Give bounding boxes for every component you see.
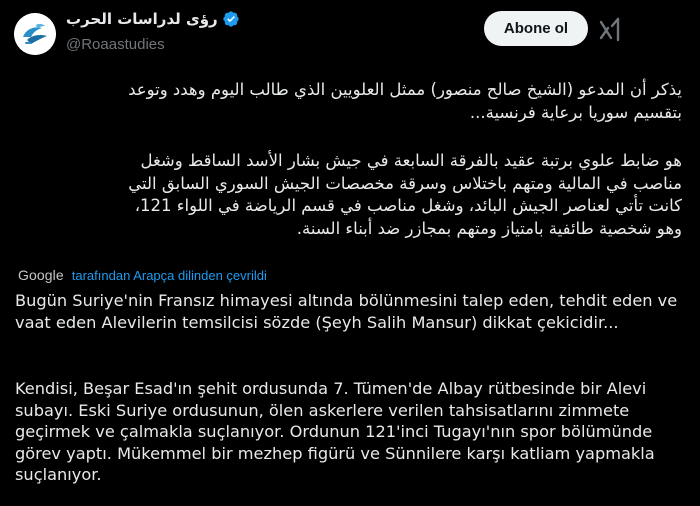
- handle[interactable]: @Roaastudies: [66, 36, 306, 53]
- original-text-paragraph-1: يذكر أن المدعو (الشيخ صالح منصور) ممثل ا…: [128, 80, 682, 122]
- grok-xai-icon[interactable]: [598, 16, 622, 44]
- original-text-paragraph-2: هو ضابط علوي برتبة عقيد بالفرقة السابعة …: [128, 151, 682, 238]
- translated-text-paragraph-1: Bugün Suriye'nin Fransız himayesi altınd…: [15, 291, 678, 332]
- roaa-logo-icon: [14, 13, 56, 55]
- display-name[interactable]: رؤى لدراسات الحرب: [66, 10, 218, 28]
- translation-source-link[interactable]: tarafından Arapça dilinden çevrildi: [72, 268, 267, 283]
- translated-text-paragraph-2: Kendisi, Beşar Esad'ın şehit ordusunda 7…: [15, 379, 655, 484]
- account-info: رؤى لدراسات الحرب @Roaastudies: [66, 8, 306, 53]
- avatar[interactable]: [14, 13, 56, 55]
- follow-button[interactable]: Abone ol: [484, 11, 588, 46]
- tweet-header: رؤى لدراسات الحرب @Roaastudies Abone ol: [0, 0, 700, 70]
- translation-attribution: Google tarafından Arapça dilinden çevril…: [18, 266, 267, 284]
- google-logo: Google: [18, 267, 64, 283]
- verified-badge-icon[interactable]: [222, 10, 240, 28]
- name-row: رؤى لدراسات الحرب: [66, 8, 306, 30]
